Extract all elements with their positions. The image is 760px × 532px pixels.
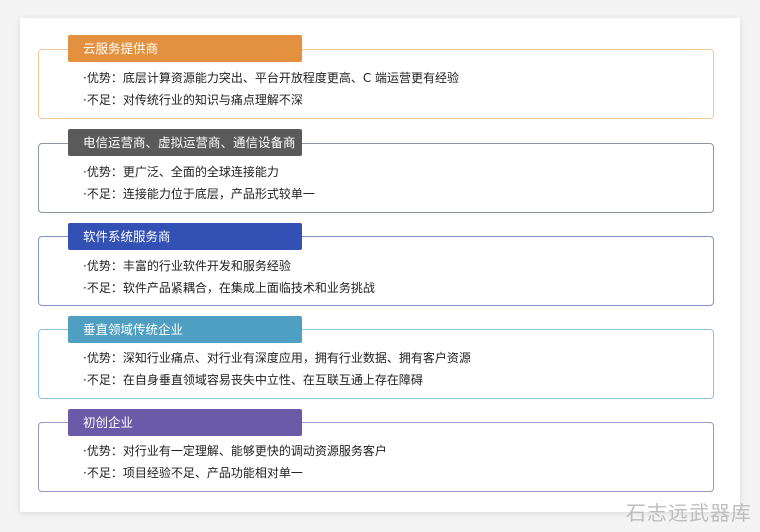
advantage-text: ·优势：更广泛、全面的全球连接能力 bbox=[83, 165, 279, 179]
advantage-text: ·优势：底层计算资源能力突出、平台开放程度更高、C 端运营更有经验 bbox=[83, 71, 460, 85]
disadvantage-text: ·不足：对传统行业的知识与痛点理解不深 bbox=[83, 93, 303, 107]
disadvantage-text: ·不足：在自身垂直领域容易丧失中立性、在互联互通上存在障碍 bbox=[83, 373, 423, 387]
group-title: 电信运营商、虚拟运营商、通信设备商 bbox=[68, 129, 302, 156]
disadvantage-text: ·不足：连接能力位于底层，产品形式较单一 bbox=[83, 187, 315, 201]
disadvantage-text: ·不足：软件产品紧耦合，在集成上面临技术和业务挑战 bbox=[83, 281, 375, 295]
group-title: 初创企业 bbox=[68, 409, 302, 436]
watermark: 石志远武器库 bbox=[626, 501, 752, 525]
diagram-card: ·优势：底层计算资源能力突出、平台开放程度更高、C 端运营更有经验 ·不足：对传… bbox=[20, 18, 740, 512]
group-startups: ·优势：对行业有一定理解、能够更快的调动资源服务客户 ·不足：项目经验不足、产品… bbox=[38, 409, 714, 492]
group-software-vendors: ·优势：丰富的行业软件开发和服务经验 ·不足：软件产品紧耦合，在集成上面临技术和… bbox=[38, 223, 714, 306]
advantage-text: ·优势：丰富的行业软件开发和服务经验 bbox=[83, 259, 291, 273]
group-vertical-enterprises: ·优势：深知行业痛点、对行业有深度应用，拥有行业数据、拥有客户资源 ·不足：在自… bbox=[38, 316, 714, 399]
advantage-text: ·优势：深知行业痛点、对行业有深度应用，拥有行业数据、拥有客户资源 bbox=[83, 351, 471, 365]
disadvantage-text: ·不足：项目经验不足、产品功能相对单一 bbox=[83, 466, 303, 480]
group-cloud-providers: ·优势：底层计算资源能力突出、平台开放程度更高、C 端运营更有经验 ·不足：对传… bbox=[38, 35, 714, 119]
advantage-text: ·优势：对行业有一定理解、能够更快的调动资源服务客户 bbox=[83, 444, 387, 458]
group-telecom-operators: ·优势：更广泛、全面的全球连接能力 ·不足：连接能力位于底层，产品形式较单一 电… bbox=[38, 129, 714, 213]
group-title: 垂直领域传统企业 bbox=[68, 316, 302, 343]
group-title: 云服务提供商 bbox=[68, 35, 302, 62]
group-title: 软件系统服务商 bbox=[68, 223, 302, 250]
